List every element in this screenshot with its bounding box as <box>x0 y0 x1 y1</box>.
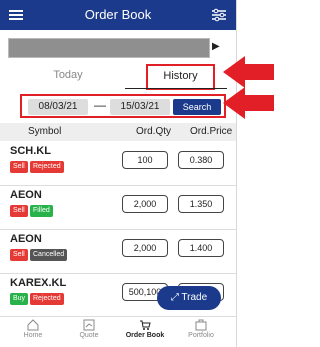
nav-order-book[interactable]: Order Book <box>120 319 170 339</box>
callout-arrow-tail <box>244 95 274 111</box>
cart-icon <box>140 320 151 330</box>
price-box: 1.350 <box>178 195 224 213</box>
nav-quote[interactable]: Quote <box>64 319 114 339</box>
nav-home[interactable]: Home <box>8 319 58 339</box>
callout-arrow-tail <box>244 64 274 80</box>
table-header: Symbol Ord.Qty Ord.Price <box>0 123 236 141</box>
date-range-filter: 08/03/21 — 15/03/21 Search <box>20 94 226 118</box>
trade-icon: ⤢ <box>170 292 179 303</box>
table-row[interactable]: AEON Sell Filled 2,000 1.350 <box>0 185 236 230</box>
tab-today[interactable]: Today <box>28 64 108 86</box>
callout-arrow-dates <box>223 87 245 119</box>
bottom-nav: Home Quote Order Book Portfolio <box>0 316 236 347</box>
symbol: KAREX.KL <box>10 277 67 289</box>
symbol: AEON <box>10 189 42 201</box>
active-tab-underline <box>125 88 227 89</box>
table-row[interactable]: AEON Sell Cancelled 2,000 1.400 <box>0 229 236 274</box>
header-qty: Ord.Qty <box>136 126 172 137</box>
nav-portfolio[interactable]: Portfolio <box>176 319 226 339</box>
price-box: 0.380 <box>178 151 224 169</box>
symbol: AEON <box>10 233 42 245</box>
search-button[interactable]: Search <box>173 99 221 115</box>
header-price: Ord.Price <box>190 126 233 137</box>
table-row[interactable]: SCH.KL Sell Rejected 100 0.380 <box>0 141 236 186</box>
side-badge: Sell <box>10 205 28 217</box>
page-title: Order Book <box>84 7 152 22</box>
nav-label: Home <box>23 332 43 339</box>
filter-icon[interactable] <box>211 7 227 23</box>
trade-button[interactable]: ⤢ Trade <box>157 286 221 310</box>
phone-screen: Order Book ▶ Today History 08/03/21 — 15… <box>0 0 237 347</box>
status-badge: Filled <box>30 205 53 217</box>
home-icon <box>27 319 39 331</box>
tab-bar: Today History <box>0 60 236 90</box>
header-symbol: Symbol <box>28 126 62 137</box>
nav-label: Portfolio <box>188 332 214 339</box>
qty-box: 2,000 <box>122 195 168 213</box>
side-badge: Sell <box>10 161 28 173</box>
top-app-bar: Order Book <box>0 0 236 30</box>
date-separator: — <box>94 98 106 112</box>
side-badge: Buy <box>10 293 29 305</box>
nav-label: Quote <box>79 332 99 339</box>
account-selector[interactable] <box>8 38 210 58</box>
qty-box: 100 <box>122 151 168 169</box>
play-icon[interactable]: ▶ <box>212 41 220 52</box>
from-date-field[interactable]: 08/03/21 <box>28 99 88 115</box>
status-badge: Rejected <box>30 293 64 305</box>
nav-label: Order Book <box>125 332 165 339</box>
qty-box: 2,000 <box>122 239 168 257</box>
to-date-field[interactable]: 15/03/21 <box>110 99 170 115</box>
portfolio-icon <box>195 319 207 331</box>
status-badge: Cancelled <box>30 249 68 261</box>
price-box: 1.400 <box>178 239 224 257</box>
symbol: SCH.KL <box>10 145 51 157</box>
tab-history[interactable]: History <box>146 64 215 90</box>
trade-label: Trade <box>181 292 208 303</box>
side-badge: Sell <box>10 249 28 261</box>
status-badge: Rejected <box>30 161 64 173</box>
quote-icon <box>83 319 95 331</box>
callout-arrow-history <box>223 56 245 88</box>
